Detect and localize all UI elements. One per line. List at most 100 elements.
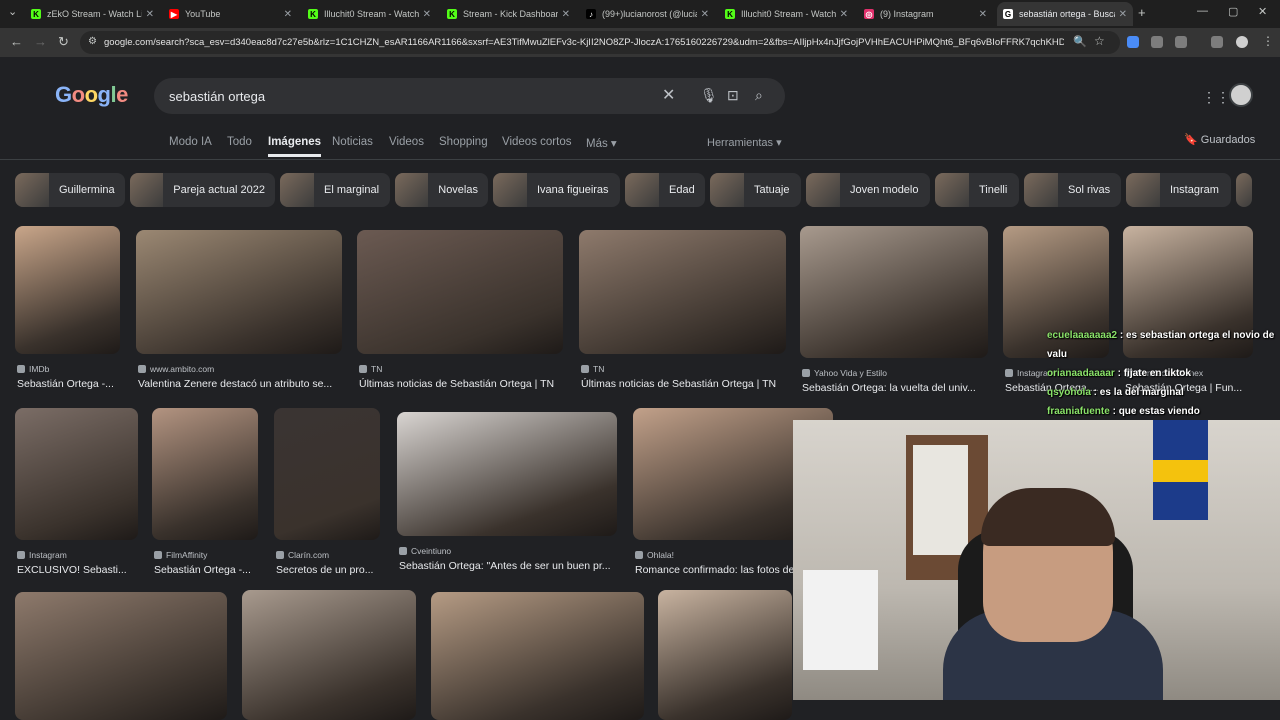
minimize-icon[interactable]: — — [1197, 5, 1208, 17]
browser-tab[interactable]: ◎ (9) Instagram ✕ — [858, 2, 993, 26]
image-result[interactable]: IMDb Sebastián Ortega -... — [15, 226, 120, 394]
related-search-chip[interactable]: Instagram — [1126, 173, 1231, 207]
tab-shopping[interactable]: Shopping — [439, 136, 488, 148]
related-search-chip[interactable]: Tinelli — [935, 173, 1019, 207]
image-result[interactable]: TN Últimas noticias de Sebastián Ortega |… — [357, 230, 563, 394]
related-search-chip[interactable]: Guillermina — [15, 173, 125, 207]
site-info-icon[interactable]: ⚙ — [88, 36, 97, 47]
maximize-icon[interactable]: ▢ — [1228, 5, 1238, 18]
image-result[interactable] — [15, 592, 227, 720]
image-result[interactable] — [658, 590, 792, 720]
browser-tab[interactable]: KzEkO Stream - Watch Live ✕ — [25, 2, 160, 26]
result-source[interactable]: Cveintiuno — [399, 546, 451, 556]
tab-videos[interactable]: Videos — [389, 136, 424, 148]
saved-link[interactable]: 🔖 Guardados — [1184, 133, 1255, 146]
result-caption[interactable]: Últimas noticias de Sebastián Ortega | T… — [581, 378, 806, 390]
result-caption[interactable]: Sebastián Ortega -... — [154, 564, 278, 576]
tab-modo-ia[interactable]: Modo IA — [169, 136, 212, 148]
related-search-chip[interactable]: Tatuaje — [710, 173, 801, 207]
browser-menu-icon[interactable]: ⋮ — [1262, 34, 1274, 48]
tab-close-icon[interactable]: ✕ — [1119, 9, 1127, 20]
bookmark-star-icon[interactable]: ☆ — [1094, 34, 1105, 48]
result-image[interactable] — [658, 590, 792, 720]
result-image[interactable] — [397, 412, 617, 536]
browser-tab[interactable]: K Illuchit0 Stream - Watch L ✕ — [302, 2, 437, 26]
new-tab-icon[interactable]: + — [1138, 5, 1146, 20]
image-result[interactable] — [431, 592, 644, 720]
related-search-chip[interactable]: Edad — [625, 173, 705, 207]
account-avatar[interactable] — [1229, 83, 1253, 107]
related-search-chip[interactable]: Pareja actual 2022 — [130, 173, 275, 207]
tab-close-icon[interactable]: ✕ — [423, 9, 431, 20]
tab-noticias[interactable]: Noticias — [332, 136, 373, 148]
result-caption[interactable]: Valentina Zenere destacó un atributo se.… — [138, 378, 362, 390]
result-image[interactable] — [431, 592, 644, 720]
result-source[interactable]: Yahoo Vida y Estilo — [802, 368, 887, 378]
tab-close-icon[interactable]: ✕ — [701, 9, 709, 20]
tools-menu[interactable]: Herramientas ▾ — [707, 136, 782, 149]
result-source[interactable]: Ohlala! — [635, 550, 674, 560]
tab-close-icon[interactable]: ✕ — [840, 9, 848, 20]
result-source[interactable]: TN — [359, 364, 382, 374]
zoom-icon[interactable]: 🔍 — [1073, 35, 1087, 48]
result-caption[interactable]: Últimas noticias de Sebastián Ortega | T… — [359, 378, 583, 390]
tab-más[interactable]: Más ▾ — [586, 136, 617, 150]
result-image[interactable] — [800, 226, 988, 358]
close-window-icon[interactable]: ✕ — [1258, 5, 1267, 18]
image-result[interactable] — [242, 590, 416, 720]
result-image[interactable] — [274, 408, 380, 540]
reload-icon[interactable]: ↻ — [58, 34, 69, 50]
result-source[interactable]: TN — [581, 364, 604, 374]
image-result[interactable]: Clarín.com Secretos de un pro... — [274, 408, 380, 580]
result-source[interactable]: Clarín.com — [276, 550, 329, 560]
related-search-chip[interactable]: Sol rivas — [1024, 173, 1121, 207]
chip-next-thumbnail[interactable] — [1236, 173, 1252, 207]
result-image[interactable] — [15, 408, 138, 540]
result-caption[interactable]: Sebastián Ortega -... — [17, 378, 140, 390]
profile-avatar-icon[interactable] — [1236, 36, 1248, 48]
extension-icon[interactable] — [1127, 36, 1139, 48]
result-image[interactable] — [152, 408, 258, 540]
image-result[interactable]: TN Últimas noticias de Sebastián Ortega |… — [579, 230, 786, 394]
url-field[interactable]: ⚙ google.com/search?sca_esv=d340eac8d7c2… — [80, 31, 1120, 54]
image-result[interactable]: Instagram EXCLUSIVO! Sebasti... — [15, 408, 138, 580]
image-result[interactable]: Cveintiuno Sebastián Ortega: "Antes de se… — [397, 412, 617, 576]
tab-videos-cortos[interactable]: Videos cortos — [502, 136, 571, 148]
tab-close-icon[interactable]: ✕ — [562, 9, 570, 20]
image-result[interactable]: www.ambito.com Valentina Zenere destacó u… — [136, 230, 342, 394]
related-search-chip[interactable]: Joven modelo — [806, 173, 930, 207]
tab-close-icon[interactable]: ✕ — [146, 9, 154, 20]
search-icon[interactable]: ⌕ — [755, 87, 763, 104]
result-image[interactable] — [357, 230, 563, 354]
search-input[interactable]: sebastián ortega — [169, 89, 265, 104]
extensions-puzzle-icon[interactable] — [1175, 36, 1187, 48]
microphone-icon[interactable]: 🎙 — [700, 87, 718, 104]
result-source[interactable]: Instagram — [17, 550, 67, 560]
result-caption[interactable]: Sebastián Ortega: la vuelta del univ... — [802, 382, 1008, 394]
result-source[interactable]: IMDb — [17, 364, 49, 374]
back-icon[interactable]: ← — [10, 34, 23, 49]
search-box[interactable]: sebastián ortega ✕ 🎙 ⊡ ⌕ — [154, 78, 785, 114]
image-result[interactable]: Yahoo Vida y Estilo Sebastián Ortega: la … — [800, 226, 988, 398]
result-image[interactable] — [15, 592, 227, 720]
extension-icon[interactable] — [1151, 36, 1163, 48]
result-image[interactable] — [15, 226, 120, 354]
tab-imágenes[interactable]: Imágenes — [268, 136, 322, 157]
result-caption[interactable]: Secretos de un pro... — [276, 564, 400, 576]
lens-camera-icon[interactable]: ⊡ — [727, 87, 739, 104]
browser-tab[interactable]: Gsebastián ortega - Buscar ✕ — [997, 2, 1133, 26]
related-search-chip[interactable]: Ivana figueiras — [493, 173, 620, 207]
tab-todo[interactable]: Todo — [227, 136, 252, 148]
result-caption[interactable]: EXCLUSIVO! Sebasti... — [17, 564, 158, 576]
tab-close-icon[interactable]: ✕ — [979, 9, 987, 20]
forward-icon[interactable]: → — [34, 34, 47, 49]
result-source[interactable]: FilmAffinity — [154, 550, 207, 560]
browser-tab[interactable]: ▶ YouTube ✕ — [163, 2, 298, 26]
result-image[interactable] — [579, 230, 786, 354]
tab-search-icon[interactable]: ⌄ — [8, 5, 17, 18]
browser-tab[interactable]: K Illuchit0 Stream - Watch L ✕ — [719, 2, 854, 26]
related-search-chip[interactable]: El marginal — [280, 173, 390, 207]
browser-tab[interactable]: K Stream - Kick Dashboard ✕ — [441, 2, 576, 26]
result-source[interactable]: www.ambito.com — [138, 364, 214, 374]
result-image[interactable] — [136, 230, 342, 354]
